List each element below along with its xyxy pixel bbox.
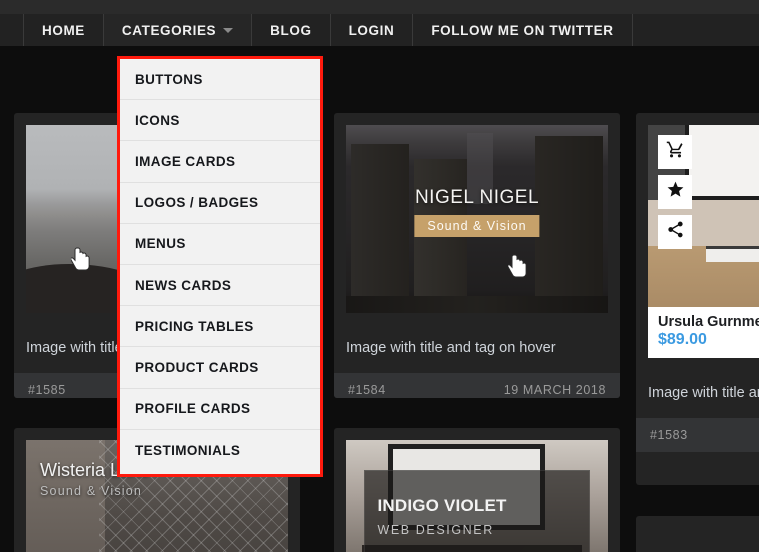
dropdown-item-buttons[interactable]: BUTTONS	[120, 59, 320, 101]
nav-item-categories[interactable]: CATEGORIES	[103, 14, 253, 46]
product-price: $89.00	[658, 331, 707, 348]
share-icon	[666, 220, 685, 244]
image-card-beach-id: #1585	[28, 383, 66, 398]
product-name: Ursula Gurnmeister	[658, 314, 759, 330]
dropdown-item-buttons-label: BUTTONS	[135, 71, 203, 87]
wisteria-overlay-subtitle: Sound & Vision	[40, 484, 143, 498]
page-root: HOME CATEGORIES BLOG LOGIN FOLLOW ME ON …	[0, 0, 759, 552]
dropdown-item-news-cards[interactable]: NEWS CARDS	[120, 264, 320, 307]
hover-title: NIGEL NIGEL	[414, 187, 540, 209]
nav-item-categories-label: CATEGORIES	[121, 22, 217, 38]
dropdown-item-pricing-tables-label: PRICING TABLES	[135, 318, 254, 334]
dropdown-item-product-cards-label: PRODUCT CARDS	[135, 359, 259, 375]
share-icon-button[interactable]	[658, 215, 692, 249]
image-card-street[interactable]: NIGEL NIGEL Sound & Vision Image with ti…	[334, 113, 620, 398]
dropdown-item-icons-label: ICONS	[135, 112, 180, 128]
image-card-street-title: Image with title and tag on hover	[346, 340, 556, 356]
nav-item-blog[interactable]: BLOG	[252, 14, 331, 46]
product-card-padding: Ursula Gurnmeister $89.00	[636, 113, 759, 370]
navbar-right-space	[633, 14, 759, 46]
nav-item-home-label: HOME	[42, 22, 85, 38]
dropdown-item-product-cards[interactable]: PRODUCT CARDS	[120, 347, 320, 389]
product-card[interactable]: Ursula Gurnmeister $89.00 Image with tit…	[636, 113, 759, 485]
dropdown-item-icons[interactable]: ICONS	[120, 100, 320, 142]
product-card-thumbnail[interactable]: Ursula Gurnmeister $89.00	[648, 125, 759, 358]
cart-icon-button[interactable]	[658, 135, 692, 169]
categories-dropdown-menu: BUTTONS ICONS IMAGE CARDS LOGOS / BADGES…	[117, 56, 323, 477]
top-strip	[0, 0, 759, 14]
dropdown-item-menus-label: MENUS	[135, 236, 186, 252]
chevron-down-icon	[223, 27, 234, 33]
hover-tag: Sound & Vision	[414, 215, 540, 238]
product-card-footer: #1583	[636, 418, 759, 453]
dropdown-item-image-cards-label: IMAGE CARDS	[135, 153, 236, 169]
star-icon-button[interactable]	[658, 175, 692, 209]
dropdown-item-logos-badges[interactable]: LOGOS / BADGES	[120, 182, 320, 224]
image-card-street-thumbnail[interactable]: NIGEL NIGEL Sound & Vision	[346, 125, 608, 313]
nav-item-login[interactable]: LOGIN	[331, 14, 414, 46]
dropdown-item-pricing-tables[interactable]: PRICING TABLES	[120, 306, 320, 348]
profile-card-indigo-violet[interactable]: INDIGO VIOLET WEB DESIGNER 'I'm killing …	[334, 428, 620, 552]
dropdown-item-logos-badges-label: LOGOS / BADGES	[135, 195, 259, 211]
nav-item-follow-twitter-label: FOLLOW ME ON TWITTER	[431, 22, 614, 38]
nav-item-blog-label: BLOG	[270, 22, 312, 38]
navbar-left-edge	[0, 14, 24, 46]
main-navbar: HOME CATEGORIES BLOG LOGIN FOLLOW ME ON …	[0, 14, 759, 46]
dropdown-item-testimonials[interactable]: TESTIMONIALS	[120, 429, 320, 471]
product-card-id: #1583	[650, 428, 688, 443]
nav-item-login-label: LOGIN	[348, 22, 395, 38]
image-card-street-padding: NIGEL NIGEL Sound & Vision	[334, 113, 620, 325]
profile-role: WEB DESIGNER	[377, 522, 494, 537]
image-card-street-date: 19 MARCH 2018	[503, 383, 606, 398]
cart-icon	[666, 140, 685, 164]
image-card-street-id: #1584	[348, 383, 386, 398]
profile-card-thumbnail[interactable]: INDIGO VIOLET WEB DESIGNER 'I'm killing …	[346, 440, 608, 552]
dropdown-item-menus[interactable]: MENUS	[120, 223, 320, 265]
nav-item-home[interactable]: HOME	[24, 14, 104, 46]
dropdown-item-news-cards-label: NEWS CARDS	[135, 277, 232, 293]
product-card-title: Image with title and tag on hover	[648, 385, 759, 401]
product-action-icons	[658, 135, 692, 255]
dropdown-item-profile-cards[interactable]: PROFILE CARDS	[120, 388, 320, 430]
dropdown-item-image-cards[interactable]: IMAGE CARDS	[120, 141, 320, 183]
image-card-street-footer: #1584 19 MARCH 2018	[334, 373, 620, 398]
dropdown-item-profile-cards-label: PROFILE CARDS	[135, 401, 251, 417]
profile-card-padding: INDIGO VIOLET WEB DESIGNER 'I'm killing …	[334, 428, 620, 552]
product-info-bar: Ursula Gurnmeister $89.00	[648, 307, 759, 358]
star-icon	[666, 180, 685, 204]
room-radiator	[705, 246, 759, 263]
nav-item-follow-twitter[interactable]: FOLLOW ME ON TWITTER	[413, 14, 633, 46]
room-window	[684, 125, 759, 200]
card-bottom-right-partial[interactable]	[636, 516, 759, 552]
profile-name: INDIGO VIOLET	[377, 496, 507, 516]
dropdown-item-testimonials-label: TESTIMONIALS	[135, 442, 241, 458]
